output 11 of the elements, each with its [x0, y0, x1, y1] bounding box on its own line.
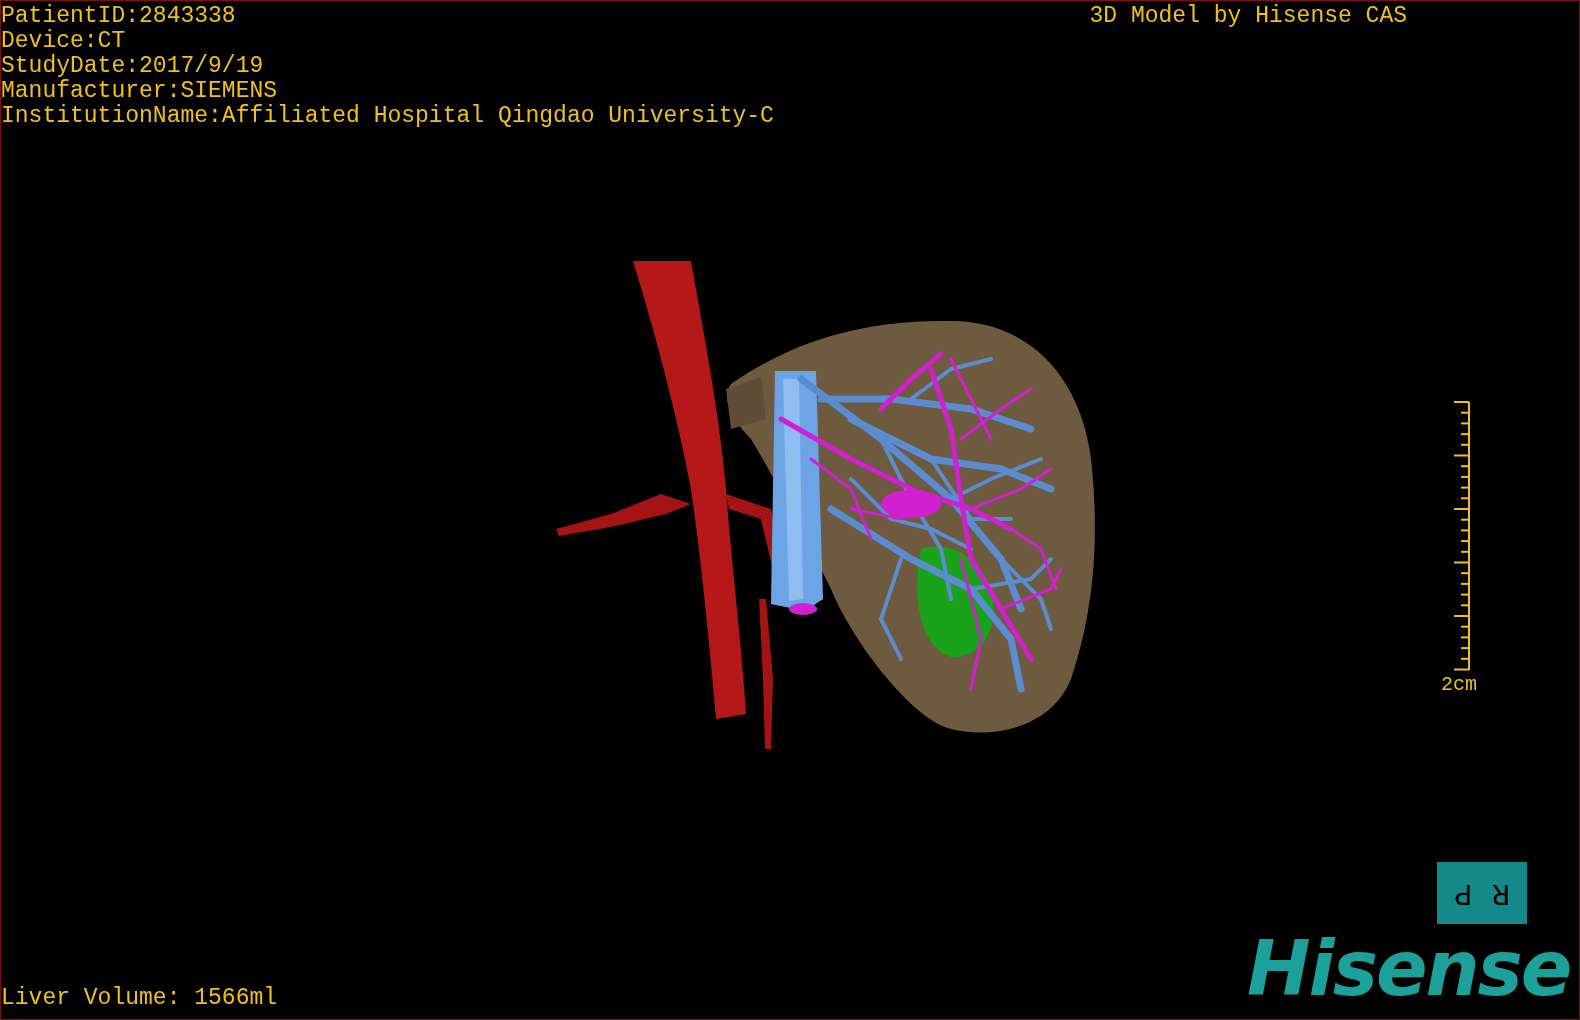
study-info-text: PatientID:2843338	[1, 4, 237, 29]
study-info-text: Manufacturer:SIEMENS	[1, 79, 279, 104]
orientation-label: P	[1454, 878, 1472, 908]
model-credit-text: 3D Model by Hisense CAS	[1089, 2, 1407, 31]
study-info-text: StudyDate:2017/9/19	[1, 54, 265, 79]
study-info-text: Device:CT	[1, 29, 127, 54]
scale-label: 2cm	[1441, 673, 1477, 697]
liver-volume-text: Liver Volume: 1566ml	[1, 986, 278, 1011]
hisense-logo: Hisense	[1247, 931, 1571, 1007]
study-info-text: InstitutionName:Affiliated Hospital Qingdao University-C	[1, 104, 774, 129]
orientation-label: R	[1492, 878, 1510, 908]
